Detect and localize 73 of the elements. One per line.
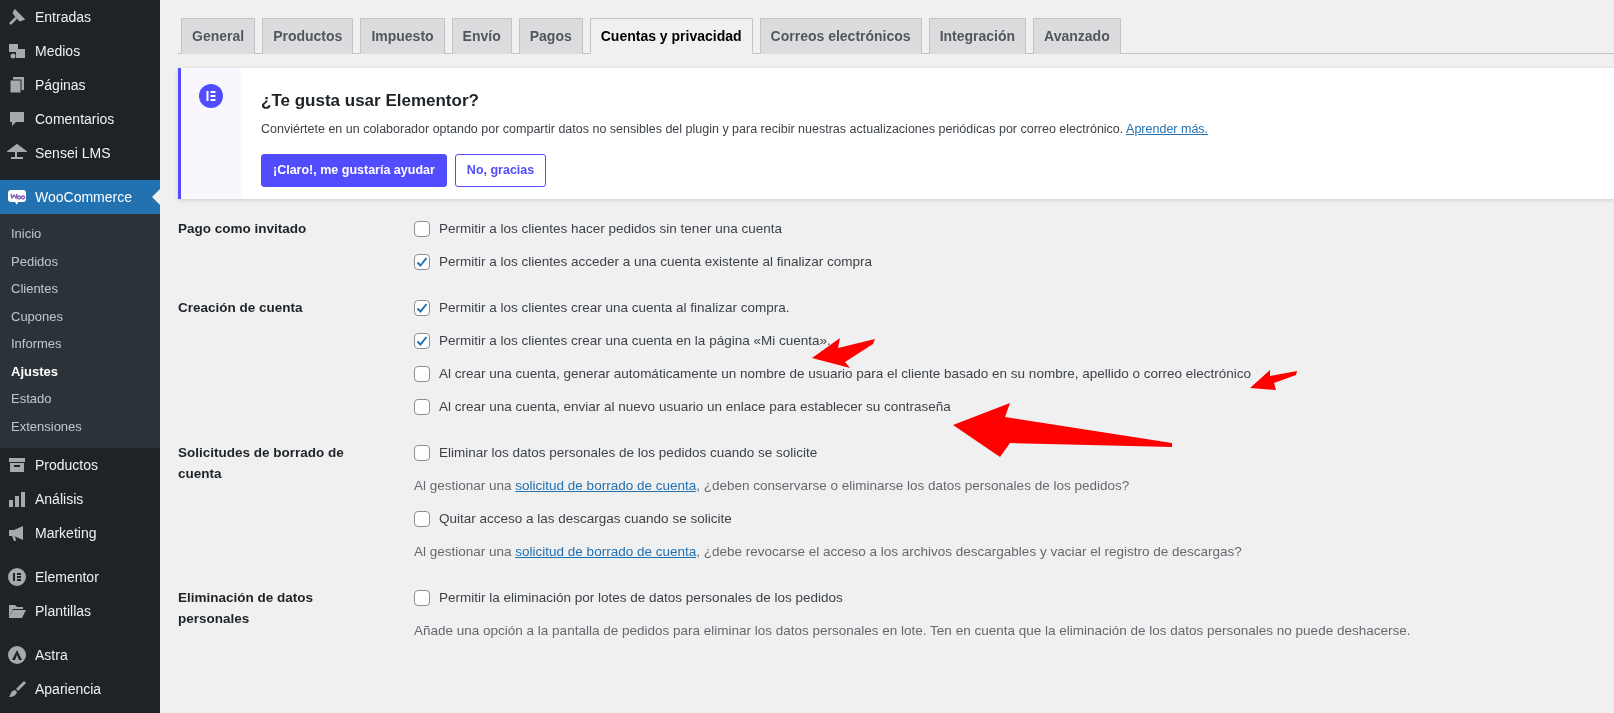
archive-box-icon: [7, 455, 27, 475]
submenu-item[interactable]: Informes: [0, 330, 62, 358]
checkbox[interactable]: [414, 590, 430, 606]
checkbox-label: Permitir a los clientes crear una cuenta al finalizar compra.: [439, 299, 790, 317]
tab[interactable]: Correos electrónicos: [759, 18, 922, 54]
pin-icon: [7, 7, 27, 27]
sidebar-item[interactable]: Plantillas: [0, 594, 160, 638]
decline-button[interactable]: No, gracias: [454, 154, 547, 187]
tab[interactable]: Integración: [928, 18, 1027, 54]
bar-chart-icon: [7, 489, 27, 509]
setting-label: Creación de cuenta: [178, 299, 304, 317]
sidebar-item[interactable]: Medios: [0, 34, 160, 68]
tab[interactable]: Pagos: [518, 18, 583, 54]
setting-label: Pago como invitado: [178, 220, 308, 238]
sidebar-item[interactable]: Marketing: [0, 516, 160, 560]
sidebar-item[interactable]: Entradas: [0, 0, 160, 34]
checkbox[interactable]: [414, 300, 430, 316]
submenu-item[interactable]: Estado: [0, 385, 52, 413]
tab[interactable]: Envío: [451, 18, 512, 54]
submenu-item[interactable]: Inicio: [0, 220, 42, 248]
elementor-icon: [199, 84, 223, 108]
checkbox[interactable]: [414, 333, 430, 349]
checkbox[interactable]: [414, 254, 430, 270]
sidebar-item[interactable]: Apariencia: [0, 672, 160, 706]
checkbox-label: Permitir a los clientes acceder a una cuenta existente al finalizar compra: [439, 253, 872, 271]
checkbox-label: Al crear una cuenta, enviar al nuevo usuario un enlace para establecer su contraseña: [439, 398, 951, 416]
sidebar-item[interactable]: Astra: [0, 638, 160, 672]
pages-icon: [7, 75, 27, 95]
sidebar-item[interactable]: Comentarios: [0, 102, 160, 136]
speech-bubble-icon: [7, 109, 27, 129]
submenu-item[interactable]: Extensiones: [0, 412, 82, 440]
submenu-item[interactable]: Cupones: [0, 302, 64, 330]
checkbox[interactable]: [414, 511, 430, 527]
media-icon: [7, 41, 27, 61]
setting-label: Solicitudes de borrado de cuenta: [178, 444, 345, 483]
tab[interactable]: General: [181, 18, 256, 54]
triangle-circle-icon: [7, 645, 27, 665]
checkbox-label: Quitar acceso a las descargas cuando se solicite: [439, 510, 732, 528]
sidebar-item[interactable]: WooCommerce: [0, 180, 160, 214]
tab[interactable]: Impuesto: [360, 18, 445, 54]
submenu-item[interactable]: Pedidos: [0, 247, 58, 275]
tab[interactable]: Cuentas y privacidad: [589, 18, 753, 54]
tab[interactable]: Avanzado: [1033, 18, 1121, 54]
checkbox-label: Permitir la eliminación por lotes de datos personales de los pedidos: [439, 589, 843, 607]
description-text: Añade una opción a la pantalla de pedidos para eliminar los datos personales en lote. Ten en cuenta que la eliminación de los datos personales no puede deshacerse.: [414, 622, 1411, 640]
checkbox-label: Permitir a los clientes crear una cuenta en la página «Mi cuenta».: [439, 332, 831, 350]
sidebar-item[interactable]: Páginas: [0, 68, 160, 102]
sidebar-item[interactable]: Análisis: [0, 482, 160, 516]
checkbox-label: Eliminar los datos personales de los pedidos cuando se solicite: [439, 444, 818, 462]
learn-more-link[interactable]: Aprender más.: [1126, 121, 1209, 136]
submenu-item[interactable]: Ajustes: [0, 357, 58, 385]
sidebar-item[interactable]: Elementor: [0, 560, 160, 594]
checkbox[interactable]: [414, 445, 430, 461]
woo-bubble-icon: [7, 187, 27, 207]
pointer-icon: [152, 189, 160, 205]
tab[interactable]: Productos: [262, 18, 354, 54]
checkbox[interactable]: [414, 399, 430, 415]
sidebar-item[interactable]: Sensei LMS: [0, 136, 160, 180]
notice-title: ¿Te gusta usar Elementor?: [261, 90, 480, 112]
description-text: Al gestionar una solicitud de borrado de cuenta, ¿debe revocarse el acceso a los archivos descargables y vaciar el registro de descargas?: [414, 543, 1242, 561]
checkbox[interactable]: [414, 366, 430, 382]
notice-text: Conviértete en un colaborador optando por compartir datos no sensibles del plugin y para recibir nuestras actualizaciones periódicas por correo electrónico. Aprender más.: [261, 120, 1209, 138]
checkbox-label: Permitir a los clientes hacer pedidos sin tener una cuenta: [439, 220, 782, 238]
accept-button[interactable]: ¡Claro!, me gustaría ayudar: [261, 154, 447, 187]
paintbrush-icon: [7, 679, 27, 699]
setting-label: Eliminación de datos personales: [178, 589, 315, 628]
checkbox-label: Al crear una cuenta, generar automáticamente un nombre de usuario para el cliente basado en su nombre, apellido o correo electrónico: [439, 365, 1251, 383]
annotation-arrow: [1250, 370, 1297, 390]
elementor-icon: [7, 567, 27, 587]
sidebar-item[interactable]: Productos: [0, 448, 160, 482]
description-text: Al gestionar una solicitud de borrado de cuenta, ¿deben conservarse o eliminarse los datos personales de los pedidos?: [414, 477, 1131, 495]
submenu-item[interactable]: Clientes: [0, 275, 58, 303]
checkbox[interactable]: [414, 221, 430, 237]
